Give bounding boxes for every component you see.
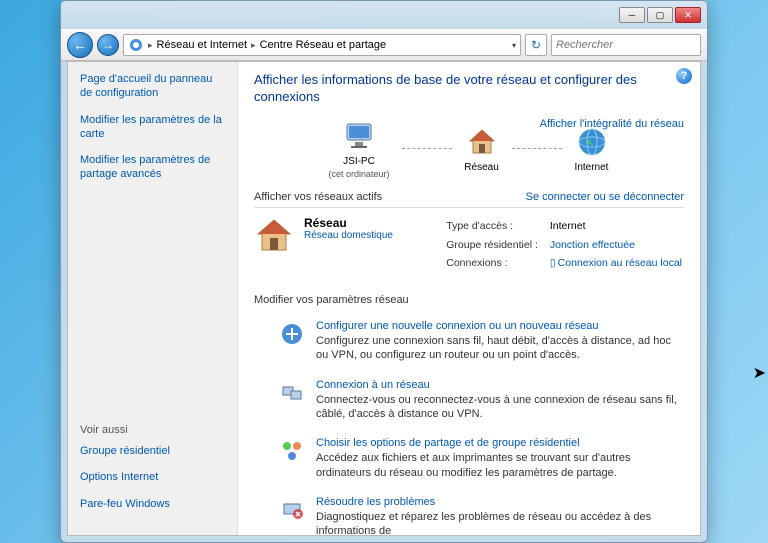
content-area: Page d'accueil du panneau de configurati… [67, 61, 701, 536]
sidebar-sharing-settings-link[interactable]: Modifier les paramètres de partage avanc… [80, 153, 225, 182]
back-button[interactable]: ← [67, 32, 93, 58]
connection-link[interactable]: ▯Connexion au réseau local [550, 255, 682, 272]
sidebar: Page d'accueil du panneau de configurati… [68, 62, 238, 535]
main-panel: ? Afficher les informations de base de v… [238, 62, 700, 535]
breadcrumb[interactable]: ▸ Réseau et Internet ▸ Centre Réseau et … [123, 34, 521, 56]
setting-desc: Configurez une connexion sans fil, haut … [316, 334, 684, 363]
forward-button[interactable]: → [97, 34, 119, 56]
section-label: Afficher vos réseaux actifs [254, 191, 382, 203]
breadcrumb-item[interactable]: Centre Réseau et partage [260, 39, 387, 51]
sidebar-firewall-link[interactable]: Pare-feu Windows [80, 497, 225, 511]
breadcrumb-sep-icon: ▸ [251, 40, 256, 51]
sidebar-homegroup-link[interactable]: Groupe résidentiel [80, 444, 225, 458]
map-node-computer: JSI-PC (cet ordinateur) [328, 118, 389, 179]
setting-title-link[interactable]: Choisir les options de partage et de gro… [316, 437, 684, 449]
window-controls: ─ ▢ ✕ [619, 7, 701, 23]
setting-desc: Connectez-vous ou reconnectez-vous à une… [316, 393, 684, 422]
maximize-button[interactable]: ▢ [647, 7, 673, 23]
homegroup-link[interactable]: Jonction effectuée [550, 237, 682, 254]
ethernet-icon: ▯ [550, 255, 556, 272]
setting-troubleshoot: Résoudre les problèmes Diagnostiquez et … [254, 490, 684, 535]
connections-label: Connexions : [446, 255, 548, 272]
toolbar: ← → ▸ Réseau et Internet ▸ Centre Réseau… [61, 29, 707, 61]
search-input[interactable] [551, 34, 701, 56]
node-label: Internet [575, 162, 609, 173]
network-map: Afficher l'intégralité du réseau JSI-PC … [254, 118, 684, 179]
setting-title-link[interactable]: Connexion à un réseau [316, 379, 684, 391]
active-network: Réseau Réseau domestique Type d'accès :I… [254, 208, 684, 282]
setting-new-connection: Configurer une nouvelle connexion ou un … [254, 314, 684, 373]
see-also-heading: Voir aussi [80, 424, 225, 436]
settings-list: Configurer une nouvelle connexion ou un … [254, 314, 684, 535]
sidebar-adapter-settings-link[interactable]: Modifier les paramètres de la carte [80, 113, 225, 142]
settings-header: Modifier vos paramètres réseau [254, 290, 684, 310]
home-network-icon [254, 216, 294, 256]
titlebar: ─ ▢ ✕ [61, 1, 707, 29]
cursor-icon: ➤ [753, 363, 766, 383]
house-icon [464, 124, 500, 160]
close-button[interactable]: ✕ [675, 7, 701, 23]
help-icon[interactable]: ? [676, 68, 692, 84]
sidebar-home-link[interactable]: Page d'accueil du panneau de configurati… [80, 72, 225, 101]
network-name: Réseau [304, 216, 393, 230]
breadcrumb-item[interactable]: Réseau et Internet [157, 39, 248, 51]
node-label: JSI-PC [343, 156, 375, 167]
breadcrumb-sep-icon: ▸ [148, 40, 153, 51]
setting-title-link[interactable]: Configurer une nouvelle connexion ou un … [316, 320, 684, 332]
active-networks-header: Afficher vos réseaux actifs Se connecter… [254, 187, 684, 208]
map-connector [512, 148, 562, 149]
homegroup-label: Groupe résidentiel : [446, 237, 548, 254]
troubleshoot-icon [278, 496, 306, 524]
map-node-network: Réseau [464, 124, 500, 173]
access-type-value: Internet [550, 218, 682, 235]
setting-connect-network: Connexion à un réseau Connectez-vous ou … [254, 373, 684, 432]
connect-disconnect-link[interactable]: Se connecter ou se déconnecter [526, 191, 684, 203]
setting-title-link[interactable]: Résoudre les problèmes [316, 496, 684, 508]
page-title: Afficher les informations de base de vot… [254, 72, 684, 106]
sharing-icon [278, 437, 306, 465]
setting-sharing-options: Choisir les options de partage et de gro… [254, 431, 684, 490]
full-map-link[interactable]: Afficher l'intégralité du réseau [540, 118, 684, 130]
setting-desc: Accédez aux fichiers et aux imprimantes … [316, 451, 684, 480]
section-label: Modifier vos paramètres réseau [254, 294, 409, 306]
map-connector [402, 148, 452, 149]
chevron-down-icon[interactable]: ▾ [512, 41, 516, 50]
minimize-button[interactable]: ─ [619, 7, 645, 23]
computer-icon [341, 118, 377, 154]
network-details-table: Type d'accès :Internet Groupe résidentie… [444, 216, 684, 274]
sidebar-internet-options-link[interactable]: Options Internet [80, 470, 225, 484]
network-type-link[interactable]: Réseau domestique [304, 230, 393, 241]
access-type-label: Type d'accès : [446, 218, 548, 235]
setting-desc: Diagnostiquez et réparez les problèmes d… [316, 510, 684, 535]
connect-network-icon [278, 379, 306, 407]
map-node-internet: Internet [574, 124, 610, 173]
refresh-button[interactable]: ↻ [525, 34, 547, 56]
new-connection-icon [278, 320, 306, 348]
network-category-icon [128, 37, 144, 53]
node-label: Réseau [464, 162, 498, 173]
node-sublabel: (cet ordinateur) [328, 169, 389, 179]
control-panel-window: ─ ▢ ✕ ← → ▸ Réseau et Internet ▸ Centre … [60, 0, 708, 543]
